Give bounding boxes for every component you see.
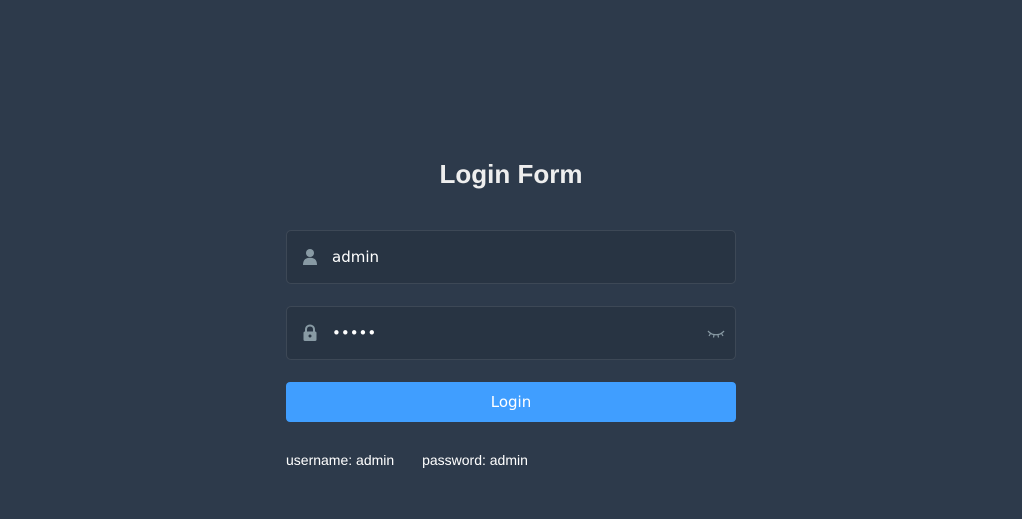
username-tip: username: admin [286,452,395,468]
login-button[interactable]: Login [286,382,736,422]
login-page: Login Form admin Login username: admin p… [0,0,1022,519]
lock-icon [302,324,318,342]
eye-closed-icon[interactable] [707,325,725,341]
username-field[interactable] [286,230,736,284]
form-title: Login Form [439,159,583,189]
login-tips: username: admin password: admin [286,452,528,468]
login-form: Login Form admin Login username: admin p… [286,150,736,468]
password-tip: password: admin [422,452,528,468]
password-field[interactable] [286,306,736,360]
username-input[interactable] [332,231,692,283]
password-input[interactable] [332,307,692,359]
user-icon [302,248,318,266]
